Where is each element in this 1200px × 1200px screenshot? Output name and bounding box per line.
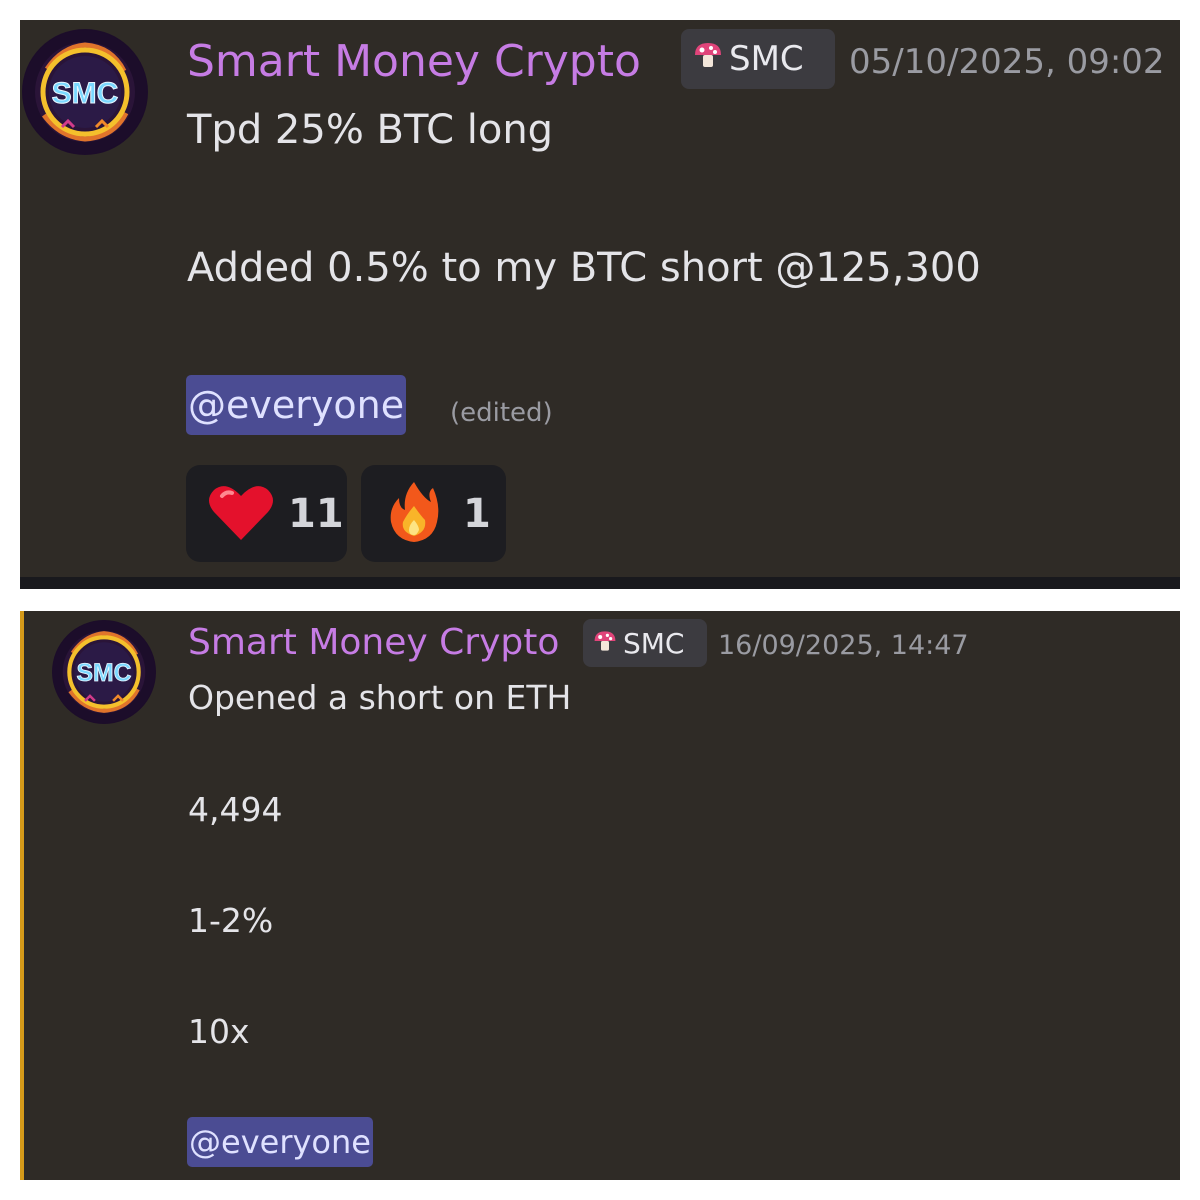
reaction-fire[interactable]: 1 (361, 465, 506, 562)
svg-text:SMC: SMC (77, 660, 132, 687)
author-name[interactable]: Smart Money Crypto (187, 36, 641, 88)
role-tag-label: SMC (729, 39, 804, 79)
message-line: Opened a short on ETH (188, 678, 572, 717)
role-tag-label: SMC (623, 626, 685, 660)
role-tag[interactable]: SMC (681, 29, 835, 89)
mushroom-icon (693, 39, 723, 79)
message-line: Tpd 25% BTC long (187, 107, 554, 153)
edited-label: (edited) (450, 398, 553, 428)
author-avatar[interactable]: SMC (52, 620, 156, 724)
author-name[interactable]: Smart Money Crypto (188, 621, 559, 665)
mushroom-icon (593, 627, 617, 660)
everyone-mention[interactable]: @everyone (187, 1117, 373, 1167)
message-timestamp[interactable]: 05/10/2025, 09:02 (849, 40, 1165, 84)
reaction-count: 1 (463, 490, 491, 537)
role-tag[interactable]: SMC (583, 619, 707, 667)
author-avatar[interactable]: SMC (22, 29, 148, 155)
everyone-mention[interactable]: @everyone (186, 375, 407, 435)
message-card-1: SMC Smart Money Crypto SMC 05/10/2025, 0… (20, 20, 1180, 577)
mention-highlight-bar (20, 611, 24, 1180)
svg-text:SMC: SMC (52, 77, 119, 110)
message-line: Added 0.5% to my BTC short @125,300 (187, 245, 981, 291)
heart-icon (208, 482, 274, 546)
message-divider (20, 577, 1180, 589)
reaction-count: 11 (288, 490, 344, 537)
message-timestamp[interactable]: 16/09/2025, 14:47 (718, 628, 969, 664)
reaction-heart[interactable]: 11 (186, 465, 347, 562)
message-line: 1-2% (188, 901, 274, 940)
message-card-2: SMC Smart Money Crypto SMC 16/09/2025, 1… (20, 611, 1180, 1180)
message-line: 4,494 (188, 790, 283, 829)
fire-icon (387, 480, 441, 548)
message-line: 10x (188, 1012, 250, 1051)
